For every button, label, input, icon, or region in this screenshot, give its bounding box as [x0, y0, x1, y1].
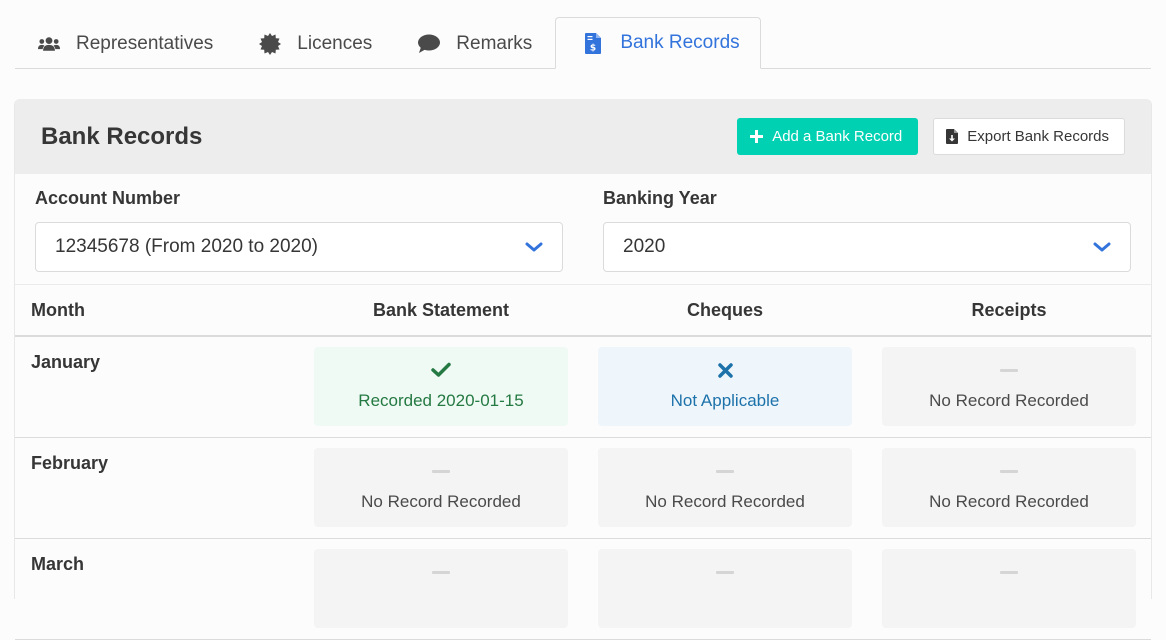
check-icon — [431, 360, 451, 380]
tab-remarks[interactable]: Remarks — [395, 17, 555, 69]
cheques-cell[interactable] — [598, 549, 852, 628]
comment-icon — [418, 33, 441, 55]
account-number-value: 12345678 (From 2020 to 2020) — [55, 236, 319, 257]
bank-records-panel: Bank Records Add a Bank Record Export Ba… — [15, 99, 1151, 640]
header-bank-statement: Bank Statement — [372, 299, 510, 320]
account-number-select[interactable]: 12345678 (From 2020 to 2020) — [35, 222, 563, 272]
tab-label: Remarks — [456, 32, 533, 54]
tab-bar: Representatives Licences Remarks $ Bank … — [15, 17, 1151, 69]
bank-statement-cell[interactable] — [314, 549, 568, 628]
banking-year-label: Banking Year — [603, 188, 717, 208]
cell-wrapper: No Record Recorded — [583, 438, 867, 538]
tab-label: Licences — [297, 32, 373, 54]
cell-wrapper: Not Applicable — [583, 337, 867, 437]
dash-icon — [1000, 461, 1018, 481]
add-bank-record-button[interactable]: Add a Bank Record — [737, 118, 919, 155]
cell-status-text: Not Applicable — [670, 391, 780, 410]
cheques-cell[interactable]: Not Applicable — [598, 347, 852, 426]
page-title: Bank Records — [41, 122, 203, 150]
cheques-cell[interactable]: No Record Recorded — [598, 448, 852, 527]
table-row: January Recorded 2020-01-15 Not Applicable… — [15, 337, 1151, 438]
header-cheques: Cheques — [686, 299, 764, 320]
cell-status-text: No Record Recorded — [361, 492, 521, 511]
table-body: January Recorded 2020-01-15 Not Applicable… — [15, 337, 1151, 640]
receipts-cell[interactable]: No Record Recorded — [882, 448, 1136, 527]
table-row: February No Record Recorded No Record Reco… — [15, 438, 1151, 539]
banking-year-value: 2020 — [623, 236, 666, 257]
chevron-down-icon — [1093, 242, 1111, 252]
table-row: March — [15, 539, 1151, 640]
export-bank-records-button[interactable]: Export Bank Records — [933, 118, 1125, 155]
tab-representatives[interactable]: Representatives — [15, 17, 236, 69]
tab-label: Bank Records — [620, 32, 740, 53]
cell-status-text: No Record Recorded — [929, 492, 1089, 511]
receipts-cell[interactable] — [882, 549, 1136, 628]
dash-icon — [1000, 360, 1018, 380]
cell-status-text: Recorded 2020-01-15 — [358, 391, 524, 410]
cell-wrapper: No Record Recorded — [299, 438, 583, 538]
certificate-icon — [259, 32, 282, 55]
table-header: Month Bank Statement Cheques Receipts — [15, 285, 1151, 337]
receipts-cell[interactable]: No Record Recorded — [882, 347, 1136, 426]
times-icon — [717, 360, 733, 380]
header-receipts: Receipts — [971, 299, 1047, 320]
month-label: January — [31, 352, 101, 372]
bank-statement-cell[interactable]: Recorded 2020-01-15 — [314, 347, 568, 426]
tab-bank-records[interactable]: $ Bank Records — [555, 17, 761, 69]
dash-icon — [1000, 562, 1018, 582]
dash-icon — [716, 461, 734, 481]
panel-header: Bank Records Add a Bank Record Export Ba… — [15, 99, 1151, 174]
cell-wrapper — [867, 539, 1151, 639]
month-label: March — [31, 554, 85, 574]
add-bank-record-label: Add a Bank Record — [772, 128, 903, 145]
cell-wrapper: No Record Recorded — [867, 438, 1151, 538]
users-icon — [38, 33, 60, 55]
dash-icon — [716, 562, 734, 582]
cell-wrapper: No Record Recorded — [867, 337, 1151, 437]
cell-wrapper — [299, 539, 583, 639]
plus-icon — [750, 130, 764, 143]
svg-text:$: $ — [590, 43, 596, 53]
account-number-label: Account Number — [35, 188, 181, 208]
banking-year-select[interactable]: 2020 — [603, 222, 1131, 272]
month-label: February — [31, 453, 109, 473]
tab-licences[interactable]: Licences — [236, 17, 395, 69]
dash-icon — [432, 461, 450, 481]
file-download-icon — [946, 129, 959, 144]
filters: Account Number 12345678 (From 2020 to 20… — [15, 174, 1151, 285]
cell-wrapper — [583, 539, 867, 639]
file-invoice-dollar-icon: $ — [582, 32, 604, 54]
chevron-down-icon — [525, 242, 543, 252]
account-number-field: Account Number 12345678 (From 2020 to 20… — [35, 188, 563, 284]
header-month: Month — [31, 299, 85, 320]
tab-label: Representatives — [76, 32, 214, 54]
export-bank-records-label: Export Bank Records — [967, 128, 1109, 145]
bank-statement-cell[interactable]: No Record Recorded — [314, 448, 568, 527]
cell-status-text: No Record Recorded — [929, 391, 1089, 410]
banking-year-field: Banking Year 2020 — [603, 188, 1131, 284]
dash-icon — [432, 562, 450, 582]
cell-status-text: No Record Recorded — [645, 492, 805, 511]
cell-wrapper: Recorded 2020-01-15 — [299, 337, 583, 437]
